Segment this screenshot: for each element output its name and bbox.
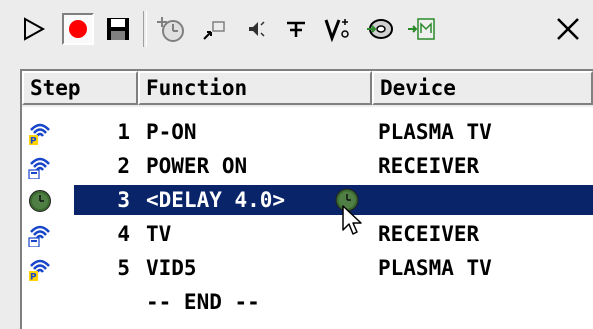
insert-m-icon bbox=[408, 18, 435, 40]
column-header-function[interactable]: Function bbox=[138, 71, 372, 105]
device-name: RECEIVER bbox=[378, 222, 480, 246]
table-row[interactable]: 2 POWER ON RECEIVER bbox=[22, 151, 593, 181]
device-name bbox=[378, 185, 593, 215]
table-row[interactable]: 4 TV RECEIVER bbox=[22, 219, 593, 249]
steps-table: Step Function Device P 1 P-ON PLASMA TV … bbox=[20, 69, 593, 329]
play-button[interactable] bbox=[18, 13, 50, 45]
play-icon bbox=[24, 17, 46, 41]
function-name: POWER ON bbox=[146, 154, 248, 178]
insert-button[interactable] bbox=[406, 13, 438, 45]
record-button[interactable] bbox=[62, 13, 94, 45]
mouse-cursor-icon bbox=[342, 205, 362, 235]
text-button[interactable] bbox=[280, 13, 312, 45]
volume-v-icon bbox=[324, 19, 349, 42]
toolbar bbox=[0, 0, 593, 56]
close-x-icon bbox=[557, 18, 579, 40]
macro-button[interactable] bbox=[364, 13, 396, 45]
floppy-disk-icon bbox=[107, 18, 129, 40]
wireless-p-icon: P bbox=[29, 259, 50, 282]
table-row-selected[interactable]: 3 <DELAY 4.0> bbox=[22, 185, 593, 215]
step-number: 4 bbox=[117, 222, 130, 246]
wireless-r-icon bbox=[28, 225, 50, 247]
table-row[interactable]: P 5 VID5 PLASMA TV bbox=[22, 253, 593, 283]
disc-arrow-icon bbox=[367, 19, 393, 39]
svg-text:P: P bbox=[30, 137, 37, 146]
function-name: P-ON bbox=[146, 120, 197, 144]
table-header: Step Function Device bbox=[22, 71, 593, 107]
table-row[interactable]: P 1 P-ON PLASMA TV bbox=[22, 117, 593, 147]
clock-icon bbox=[29, 190, 51, 212]
record-icon bbox=[69, 20, 87, 38]
text-t-icon bbox=[287, 21, 305, 37]
end-marker-row: -- END -- bbox=[22, 287, 593, 317]
svg-text:P: P bbox=[30, 273, 37, 282]
device-name: RECEIVER bbox=[378, 154, 480, 178]
mute-button[interactable] bbox=[240, 13, 272, 45]
step-number: 2 bbox=[117, 154, 130, 178]
add-delay-button[interactable] bbox=[155, 13, 187, 45]
clock-add-icon bbox=[157, 17, 184, 42]
wireless-r-icon bbox=[28, 157, 50, 179]
function-name: <DELAY 4.0> bbox=[146, 188, 286, 212]
device-name: PLASMA TV bbox=[378, 256, 492, 280]
delete-button[interactable] bbox=[552, 13, 584, 45]
device-name: PLASMA TV bbox=[378, 120, 492, 144]
column-header-device[interactable]: Device bbox=[372, 71, 593, 105]
column-header-step[interactable]: Step bbox=[22, 71, 138, 105]
step-number: 5 bbox=[117, 256, 130, 280]
save-button[interactable] bbox=[102, 13, 134, 45]
wireless-p-icon: P bbox=[29, 123, 50, 146]
jump-button[interactable] bbox=[198, 13, 230, 45]
step-number: 1 bbox=[117, 120, 130, 144]
function-name: TV bbox=[146, 222, 172, 246]
volume-button[interactable] bbox=[322, 13, 354, 45]
arrow-box-icon bbox=[203, 21, 225, 40]
toolbar-separator bbox=[143, 11, 147, 47]
end-marker: -- END -- bbox=[146, 290, 260, 314]
speaker-icon bbox=[249, 21, 265, 37]
step-number: 3 bbox=[117, 188, 130, 212]
function-name: VID5 bbox=[146, 256, 197, 280]
